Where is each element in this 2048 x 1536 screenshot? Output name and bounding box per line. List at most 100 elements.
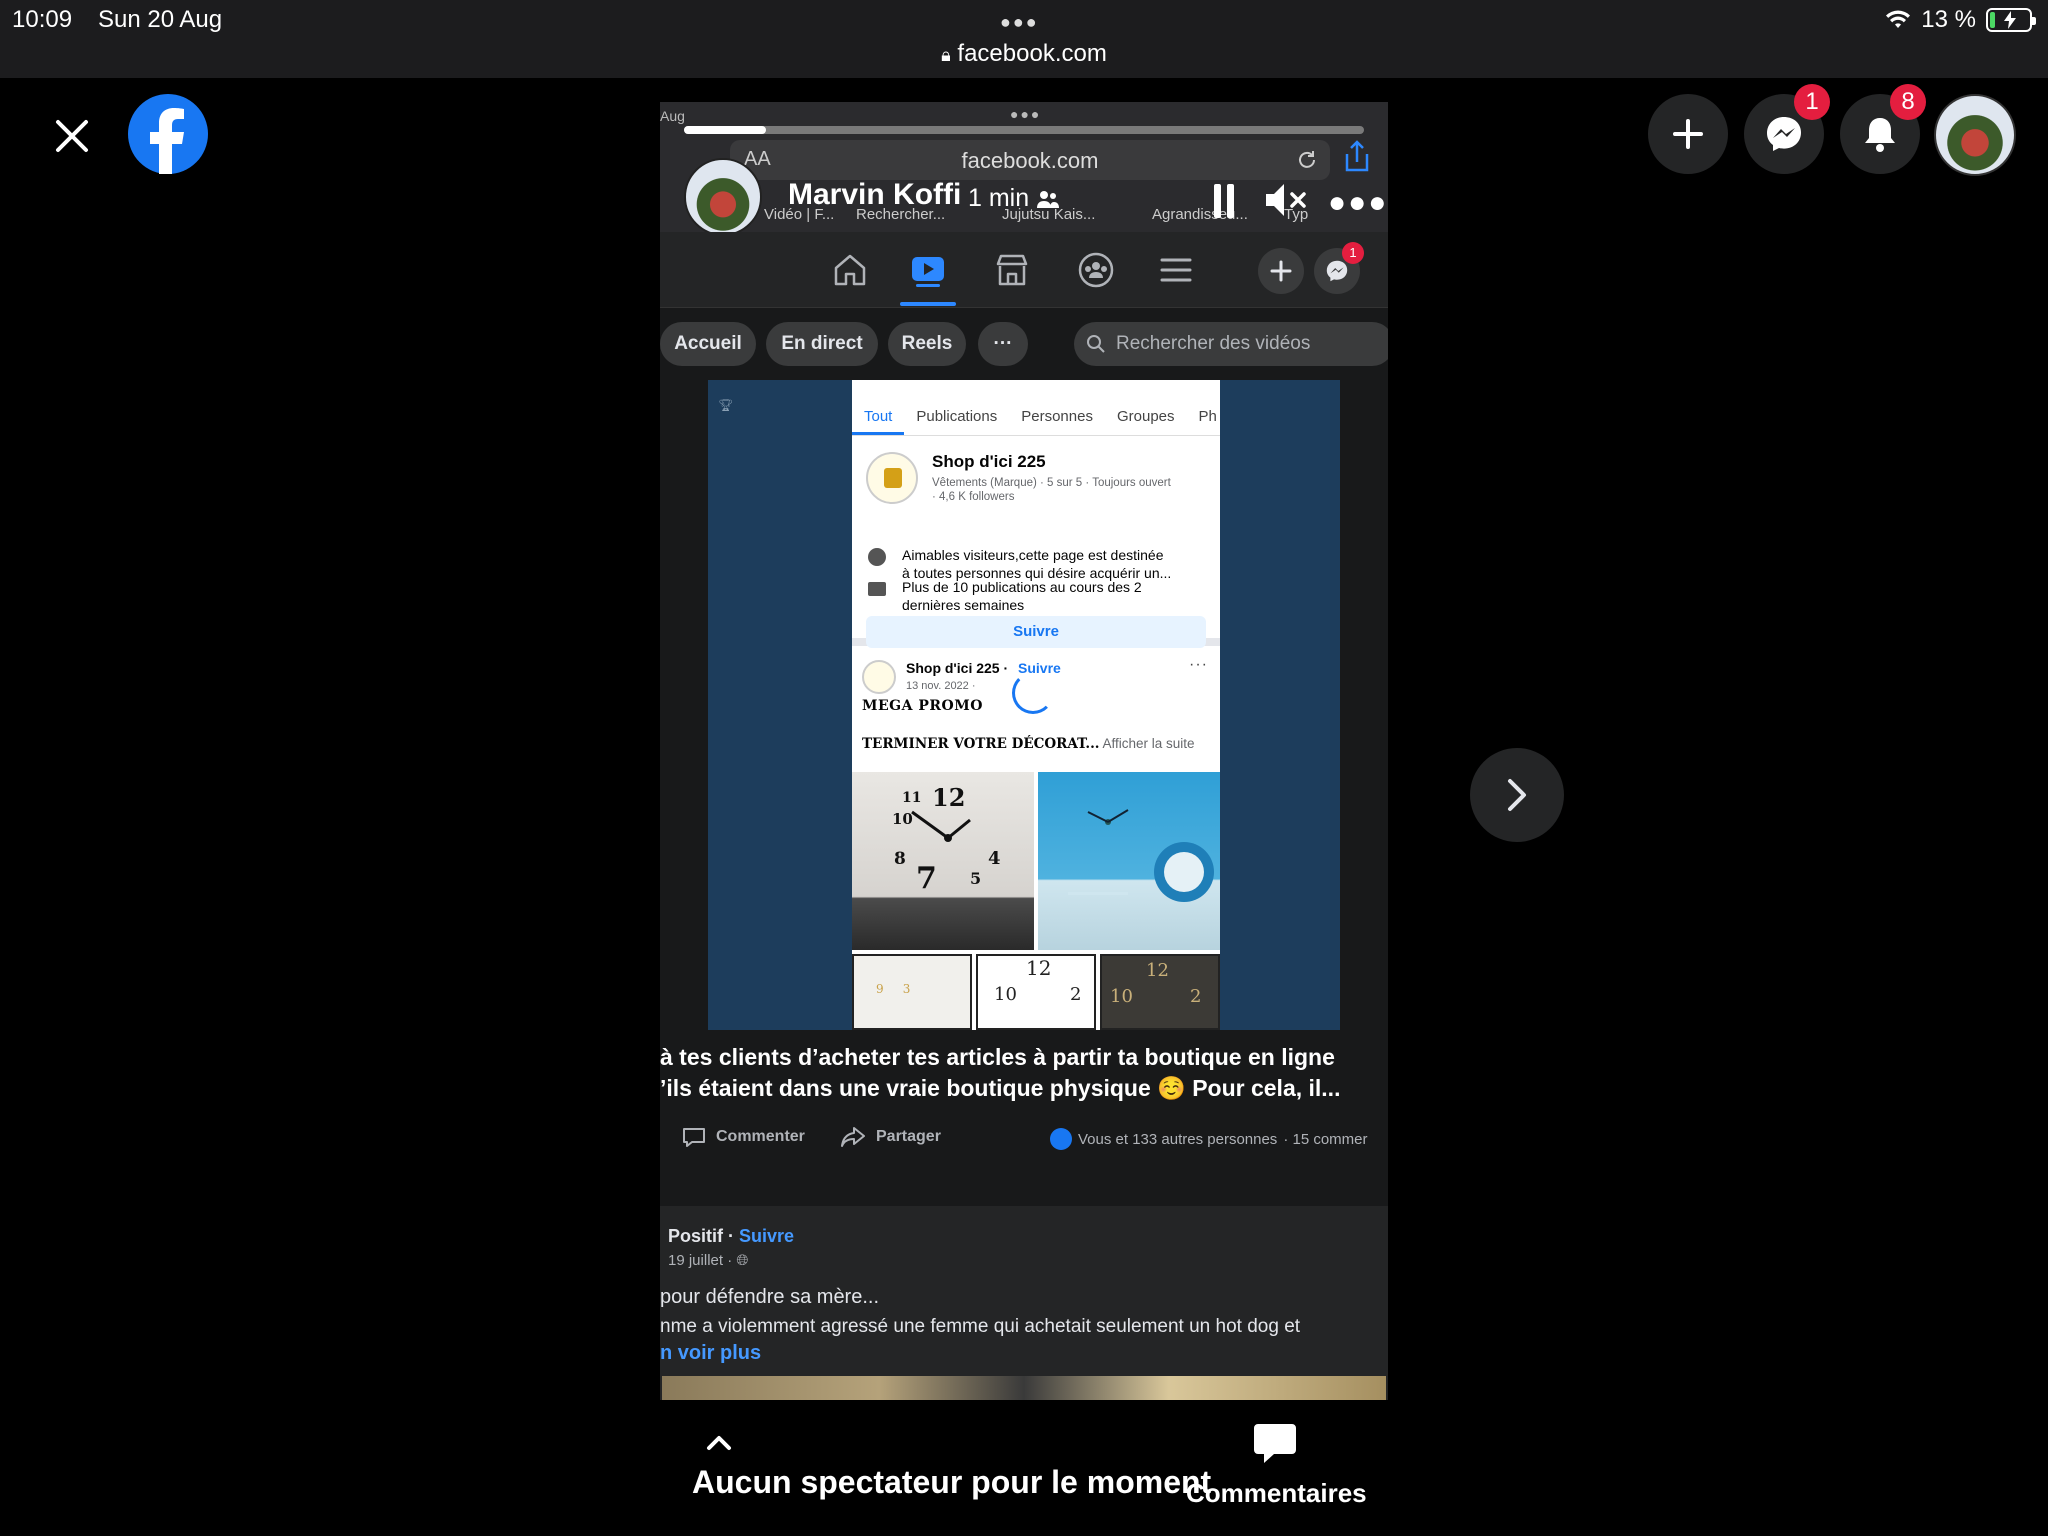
svg-text:8: 8 [894,849,906,869]
address-url: facebook.com [957,40,1107,67]
search-icon [1087,335,1105,353]
comment-label: Commenter [716,1128,805,1145]
author-name[interactable]: Marvin Koffi [788,178,961,212]
video-frame-content: 🏆︎ Tout Publications Personnes Groupes P… [708,380,1340,1030]
recorded-date: Aug [660,108,685,124]
recorded-tab: Agrandisseu... [1152,206,1248,223]
reactions-summary[interactable]: Vous et 133 autres personnes · 15 commer [1050,1128,1368,1150]
next-post-title: pour défendre sa mère... [660,1286,880,1308]
plus-icon [1673,119,1703,149]
address-bar[interactable]: 🔒︎ facebook.com [0,40,2048,68]
clock-photo: 12 11 10 8 7 5 4 [852,772,1034,950]
lock-icon: 🔒︎ [941,45,951,65]
comments-count: · 15 commer [1283,1130,1368,1148]
result-tab: Groupes [1116,408,1175,425]
facebook-nav-bar: 1 [660,232,1388,308]
charging-bolt-icon [2004,11,2016,29]
marketplace-icon[interactable] [992,250,1032,290]
svg-text:7: 7 [916,861,937,896]
info-icon [868,548,886,566]
home-icon[interactable] [830,250,870,290]
menu-icon[interactable] [1156,250,1196,290]
chip-en-direct[interactable]: En direct [766,322,878,366]
pause-icon[interactable] [1212,184,1236,218]
friends-icon [1037,191,1060,209]
result-tab: Publications [916,408,998,425]
post-text: TERMINER VOTRE DÉCORAT... Afficher la su… [862,736,1195,752]
comments-button[interactable]: Commentaires [1186,1478,1367,1509]
page-activity: Plus de 10 publications au cours des 2 d… [902,579,1142,613]
thumbnail: 12 10 2 [976,954,1096,1030]
video-progress-bar[interactable] [684,126,1364,134]
chip-reels[interactable]: Reels [888,322,966,366]
next-post-image [662,1376,1386,1400]
status-time: 10:09 [12,6,73,33]
product-thumbnails: 9 3 12 10 2 12 10 2 [852,954,1220,1030]
create-button[interactable] [1648,94,1728,174]
multitasking-dots-icon[interactable]: ●●● [1000,12,1039,33]
next-story-button[interactable] [1470,748,1564,842]
post-more-icon: ··· [1189,656,1208,673]
blue-room-photo [1038,772,1220,950]
chip-accueil[interactable]: Accueil [660,322,756,366]
post-date: 13 nov. 2022 · [906,680,976,692]
messenger-badge: 1 [1794,84,1830,120]
post-headline: MEGA PROMO [862,698,983,714]
video-duration: 1 min [968,184,1060,213]
mute-icon[interactable] [1264,180,1308,220]
svg-text:12: 12 [932,783,965,812]
next-post-see-more: n voir plus [660,1342,762,1364]
battery-level [1990,12,1995,28]
video-player[interactable]: Aug ●●● AA facebook.com Vidéo | F... Rec… [660,102,1388,1400]
nav-messenger-badge: 1 [1342,242,1364,264]
post-page-name: Shop d'ici 225 · [906,660,1009,676]
comment-icon [683,1128,705,1147]
result-tab: Tout [852,400,905,435]
groups-icon[interactable] [1076,250,1116,290]
page-name: Shop d'ici 225 [932,452,1046,471]
status-date: Sun 20 Aug [98,6,223,33]
result-tab: Ph [1198,408,1217,425]
comments-bubble-icon[interactable] [1252,1420,1298,1466]
chevron-up-icon[interactable] [704,1432,734,1454]
status-indicators: 13 % [1885,6,2036,34]
comment-button[interactable]: Commenter [682,1126,805,1148]
nav-create-button[interactable] [1258,248,1304,294]
chip-more[interactable]: ··· [978,322,1028,366]
facebook-logo-icon[interactable] [128,94,208,174]
viewers-status[interactable]: Aucun spectateur pour le moment [692,1464,1211,1501]
post-logo [862,660,896,694]
video-search-input[interactable]: Rechercher des vidéos [1074,322,1388,366]
svg-text:10: 10 [892,810,913,828]
like-reaction-icon [1050,1128,1072,1150]
recorded-url-bar: AA facebook.com [730,140,1330,180]
author-avatar[interactable] [684,158,762,236]
thumbnail: 12 10 2 [1100,954,1220,1030]
more-options-icon[interactable]: ●●● [1328,186,1388,220]
video-filter-chips: Accueil En direct Reels ··· Rechercher d… [660,308,1388,380]
video-tab-icon[interactable] [908,250,948,290]
post-actions-bar: Commenter Partager Vous et 133 autres pe… [660,1108,1388,1164]
svg-text:11: 11 [902,790,921,806]
messenger-button[interactable]: 1 [1744,84,1830,174]
page-result-card: Shop d'ici 225 Vêtements (Marque) · 5 su… [852,436,1220,646]
recorded-dots-icon: ●●● [1010,106,1042,122]
loading-spinner-icon [1012,672,1054,714]
shop-logo [866,452,918,504]
close-icon[interactable] [44,108,100,164]
share-button[interactable]: Partager [840,1126,941,1148]
notifications-badge: 8 [1890,84,1926,120]
nav-messenger-button[interactable]: 1 [1314,242,1364,294]
follow-page-button: Suivre [866,616,1206,648]
wall-clock-illustration: 12 11 10 8 7 5 4 [892,783,1001,896]
share-arrow-icon [841,1127,865,1147]
notifications-button[interactable]: 8 [1840,84,1926,174]
status-bar: 10:09 Sun 20 Aug ●●● 🔒︎ facebook.com 13 … [0,0,2048,78]
chevron-right-icon [1508,779,1526,811]
share-label: Partager [876,1128,941,1145]
profile-avatar[interactable] [1934,94,2016,176]
next-post-date: 19 juillet · 🌐︎ [668,1252,749,1269]
search-result-tabs: Tout Publications Personnes Groupes Ph [852,400,1220,436]
thumbnail: 9 3 [852,954,972,1030]
video-caption: à tes clients d’acheter tes articles à p… [660,1044,1341,1101]
